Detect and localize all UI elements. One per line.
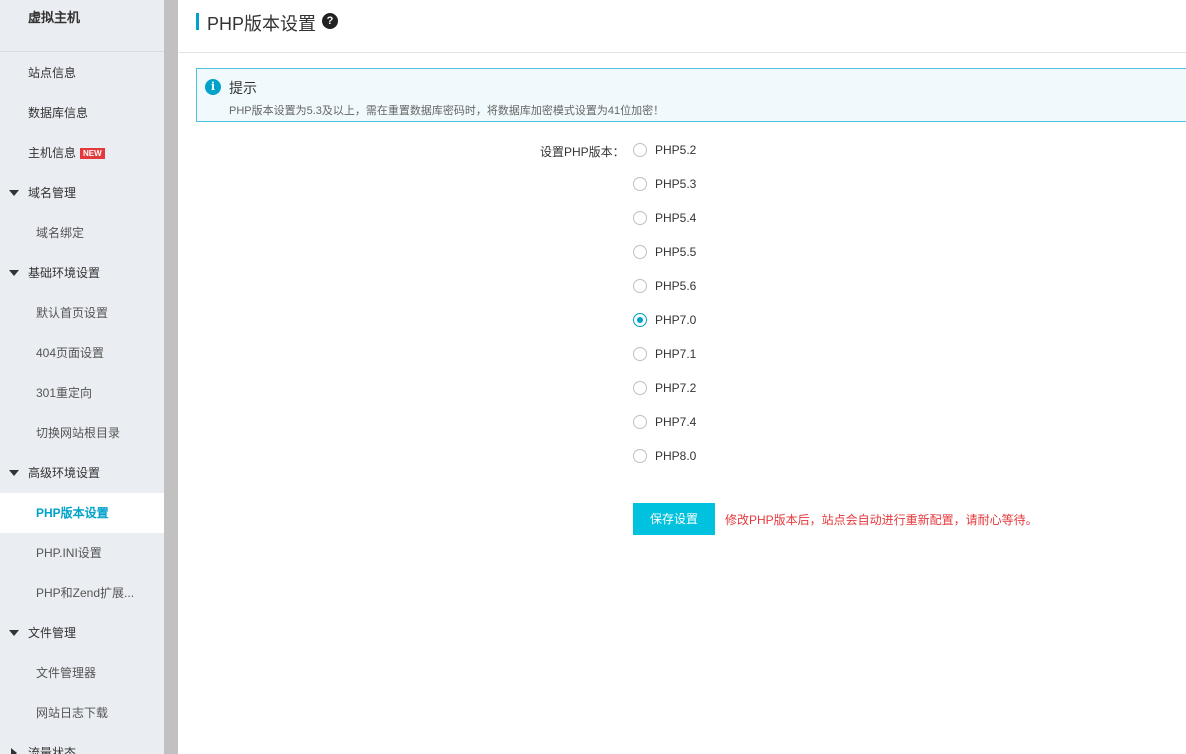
save-note: 修改PHP版本后，站点会自动进行重新配置，请耐心等待。 (725, 513, 1038, 527)
radio-label: PHP5.3 (655, 177, 697, 191)
sidebar-item-label: 流量状态 (28, 746, 77, 754)
radio-label: PHP7.1 (655, 347, 697, 361)
sidebar-item-0[interactable]: 站点信息 (0, 53, 164, 93)
caret-down-icon (9, 270, 19, 276)
sidebar-item-12[interactable]: PHP.INI设置 (0, 533, 164, 573)
radio-button[interactable] (633, 279, 647, 293)
caret-down-icon (9, 470, 19, 476)
main-content: PHP版本设置 ? i 提示 PHP版本设置为5.3及以上，需在重置数据库密码时… (178, 0, 1186, 754)
caret-down-icon (9, 630, 19, 636)
sidebar-item-label: 域名绑定 (36, 226, 85, 240)
radio-button[interactable] (633, 177, 647, 191)
sidebar-item-label: 基础环境设置 (28, 266, 101, 280)
sidebar-item-label: 切换网站根目录 (36, 426, 121, 440)
radio-label: PHP7.2 (655, 381, 697, 395)
sidebar-item-16[interactable]: 网站日志下载 (0, 693, 164, 733)
sidebar-group-17[interactable]: 流量状态 (0, 733, 164, 754)
sidebar-item-1[interactable]: 数据库信息 (0, 93, 164, 133)
radio-label: PHP8.0 (655, 449, 697, 463)
sidebar-item-label: 域名管理 (28, 186, 77, 200)
sidebar-item-11[interactable]: PHP版本设置 (0, 493, 164, 533)
sidebar-item-8[interactable]: 301重定向 (0, 373, 164, 413)
sidebar-menu: 站点信息数据库信息主机信息 NEW 域名管理域名绑定基础环境设置默认首页设置 404页… (0, 52, 164, 754)
sidebar-item-label: PHP版本设置 (36, 506, 109, 520)
caret-right-icon (11, 748, 17, 754)
save-button[interactable]: 保存设置 (633, 503, 715, 535)
radio-button[interactable] (633, 211, 647, 225)
page-header: PHP版本设置 ? (178, 0, 1186, 53)
caret-down-icon (9, 190, 19, 196)
radio-label: PHP7.0 (655, 313, 697, 327)
sidebar-item-label: 文件管理器 (36, 666, 97, 680)
sidebar-item-label: 默认首页设置 (36, 306, 109, 320)
sidebar-item-6[interactable]: 默认首页设置 (0, 293, 164, 333)
sidebar-item-label: 主机信息 (28, 146, 77, 160)
radio-button[interactable] (633, 143, 647, 157)
radio-label: PHP5.2 (655, 143, 697, 157)
sidebar-item-label: 网站日志下载 (36, 706, 109, 720)
sidebar-title: 虚拟主机 (0, 0, 164, 52)
sidebar-scrollbar[interactable] (164, 0, 178, 754)
sidebar-item-label: PHP.INI设置 (36, 546, 102, 560)
sidebar-item-2[interactable]: 主机信息 NEW (0, 133, 164, 173)
sidebar-item-label: 301重定向 (36, 386, 93, 400)
sidebar-group-10[interactable]: 高级环境设置 (0, 453, 164, 493)
radio-button[interactable] (633, 347, 647, 361)
sidebar-item-label: 站点信息 (28, 66, 77, 80)
sidebar-item-4[interactable]: 域名绑定 (0, 213, 164, 253)
tip-text: PHP版本设置为5.3及以上，需在重置数据库密码时，将数据库加密模式设置为41位… (229, 105, 665, 117)
help-icon[interactable]: ? (322, 13, 338, 29)
php-version-label: 设置PHP版本： (540, 145, 625, 159)
sidebar-group-14[interactable]: 文件管理 (0, 613, 164, 653)
radio-button[interactable] (633, 449, 647, 463)
page-title: PHP版本设置 (207, 14, 317, 34)
sidebar-item-7[interactable]: 404页面设置 (0, 333, 164, 373)
radio-button[interactable] (633, 313, 647, 327)
sidebar-item-label: 数据库信息 (28, 106, 89, 120)
sidebar-group-3[interactable]: 域名管理 (0, 173, 164, 213)
radio-label: PHP7.4 (655, 415, 697, 429)
radio-label: PHP5.4 (655, 211, 697, 225)
sidebar-group-5[interactable]: 基础环境设置 (0, 253, 164, 293)
radio-label: PHP5.6 (655, 279, 697, 293)
sidebar-item-13[interactable]: PHP和Zend扩展... (0, 573, 164, 613)
sidebar-item-label: PHP和Zend扩展... (36, 586, 135, 600)
sidebar: 虚拟主机 站点信息数据库信息主机信息 NEW 域名管理域名绑定基础环境设置默认首页设… (0, 0, 164, 754)
tip-title: 提示 (229, 80, 257, 96)
new-badge: NEW (80, 148, 105, 159)
radio-button[interactable] (633, 245, 647, 259)
info-icon: i (205, 79, 221, 95)
radio-button[interactable] (633, 415, 647, 429)
sidebar-item-label: 404页面设置 (36, 346, 105, 360)
sidebar-item-label: 文件管理 (28, 626, 77, 640)
sidebar-item-15[interactable]: 文件管理器 (0, 653, 164, 693)
radio-label: PHP5.5 (655, 245, 697, 259)
sidebar-item-label: 高级环境设置 (28, 466, 101, 480)
radio-button[interactable] (633, 381, 647, 395)
tip-box: i 提示 PHP版本设置为5.3及以上，需在重置数据库密码时，将数据库加密模式设… (196, 68, 1186, 122)
title-accent-bar (196, 13, 199, 30)
sidebar-item-9[interactable]: 切换网站根目录 (0, 413, 164, 453)
